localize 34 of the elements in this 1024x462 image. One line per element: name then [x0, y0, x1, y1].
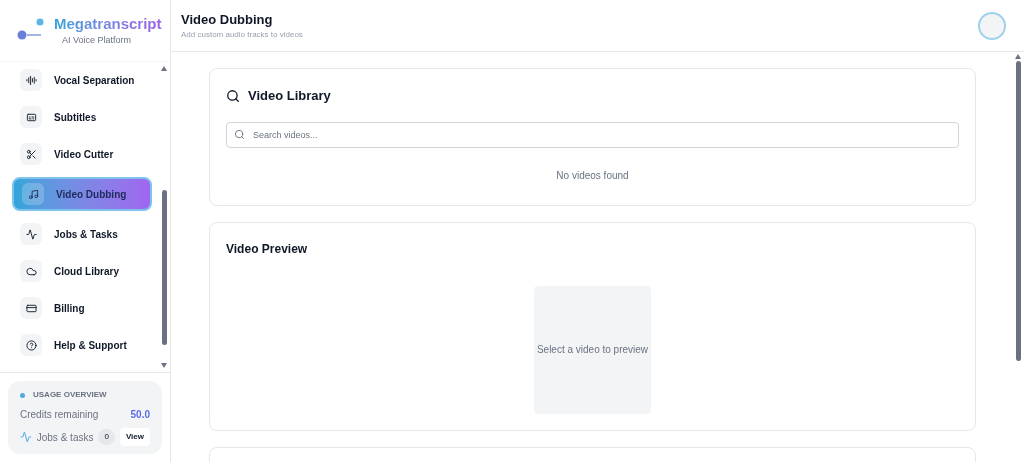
help-icon: [20, 334, 42, 356]
nav-item[interactable]: Video Cutter: [12, 140, 152, 168]
view-button[interactable]: View: [119, 428, 150, 446]
nav-item[interactable]: Cloud Library: [12, 257, 152, 285]
nav-item[interactable]: Video Dubbing: [12, 177, 152, 211]
search-icon: [226, 88, 240, 103]
captions-icon: [20, 106, 42, 128]
waveform-icon: [20, 69, 42, 91]
music-note-icon: [22, 183, 44, 205]
nav-item[interactable]: Vocal Separation: [12, 66, 152, 94]
card-title: Video Preview: [226, 240, 309, 258]
credits-label: Credits remaining: [20, 408, 99, 422]
cloud-icon: [20, 260, 42, 282]
nav-item[interactable]: Billing: [12, 294, 152, 322]
scissors-icon: [20, 143, 42, 165]
preview-hint: Select a video to preview: [536, 343, 649, 357]
card-title: Video Library: [248, 87, 331, 105]
search-icon: [234, 128, 245, 140]
brand-tagline: AI Voice Platform: [61, 33, 133, 47]
empty-message: No videos found: [556, 168, 629, 183]
pulse-icon: [20, 431, 32, 443]
avatar[interactable]: [978, 11, 1006, 40]
jobs-count: 0: [98, 429, 115, 445]
nav-item[interactable]: Help & Support: [12, 331, 152, 359]
usage-title: USAGE OVERVIEW: [33, 389, 107, 401]
credits-value: 50.0: [130, 408, 150, 422]
card-icon: [20, 297, 42, 319]
search-field[interactable]: Search videos...: [226, 121, 959, 148]
page-subtitle: Add custom audio tracks to videos: [181, 29, 303, 42]
pulse-icon: [20, 223, 42, 245]
nav-item[interactable]: Jobs & Tasks: [12, 220, 152, 248]
nav-item[interactable]: Subtitles: [12, 103, 152, 131]
jobs-label: Jobs & tasks: [36, 430, 94, 445]
page-title: Video Dubbing: [181, 10, 274, 29]
